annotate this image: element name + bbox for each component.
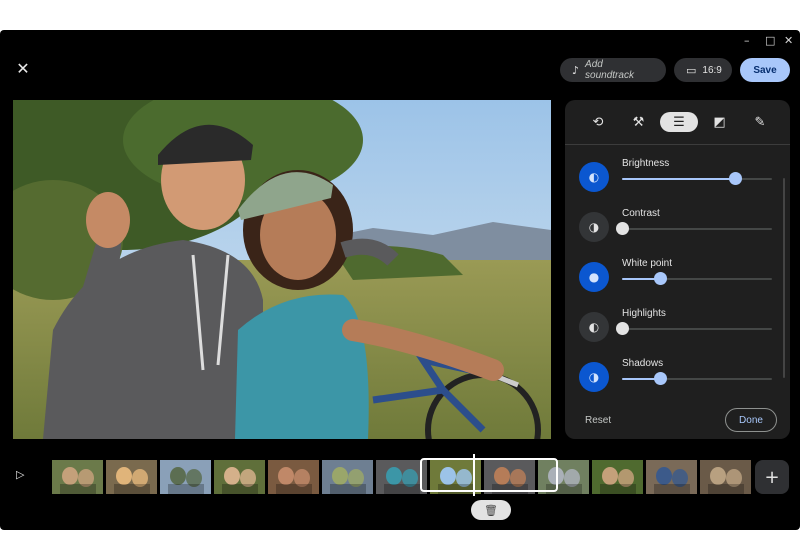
aspect-ratio-icon: ▭	[686, 63, 697, 77]
highlights-slider[interactable]	[616, 322, 772, 335]
photo-preview	[13, 100, 551, 439]
clip-thumbnail[interactable]	[160, 460, 211, 494]
adjustments-panel: ⟲ ⚒ ☰ ◩ ✎ ◐ Brightness ◑ Contrast ● White point ◐ H…	[565, 100, 790, 439]
adjustment-row: ◐ Highlights	[579, 308, 779, 348]
brightness-slider[interactable]	[622, 172, 772, 185]
rotate-icon[interactable]: ⟲	[579, 112, 617, 132]
slider-thumb[interactable]	[653, 372, 667, 385]
selected-clip-frame[interactable]	[420, 458, 558, 492]
clip-thumbnail[interactable]	[700, 460, 751, 494]
clip-strip[interactable]	[52, 460, 752, 494]
close-icon[interactable]: ✕	[14, 60, 32, 78]
shadows-slider[interactable]	[622, 372, 772, 385]
highlights-toggle-icon[interactable]: ◐	[579, 312, 609, 342]
slider-thumb[interactable]	[653, 272, 667, 285]
reset-button[interactable]: Reset	[585, 415, 611, 426]
filter-icon[interactable]: ◩	[701, 112, 739, 132]
clip-thumbnail[interactable]	[592, 460, 643, 494]
contrast-toggle-icon[interactable]: ◑	[579, 212, 609, 242]
playhead[interactable]	[473, 454, 475, 496]
white-point-slider[interactable]	[622, 272, 772, 285]
brightness-toggle-icon[interactable]: ◐	[579, 162, 609, 192]
maximize-button[interactable]: □	[765, 34, 775, 47]
clip-thumbnail[interactable]	[106, 460, 157, 494]
minimize-button[interactable]: –	[744, 34, 750, 47]
slider-thumb[interactable]	[616, 222, 629, 235]
panel-divider	[565, 144, 790, 145]
clip-thumbnail[interactable]	[322, 460, 373, 494]
window-close-button[interactable]: ✕	[784, 34, 793, 47]
contrast-slider[interactable]	[616, 222, 772, 235]
adjust-sliders-icon[interactable]: ☰	[660, 112, 698, 132]
done-button[interactable]: Done	[725, 408, 777, 432]
play-icon[interactable]: ▷	[16, 468, 40, 486]
timeline: ▷ +	[0, 454, 800, 496]
soundtrack-label: Add soundtrack	[585, 59, 634, 81]
adjustment-label: Brightness	[622, 158, 670, 169]
panel-scrollbar[interactable]	[783, 178, 785, 378]
clip-thumbnail[interactable]	[52, 460, 103, 494]
adjustment-label: Contrast	[622, 208, 660, 219]
editor-window: – □ ✕ ✕ ♪ Add soundtrack ▭ 16:9 Save ⟲ ⚒…	[0, 30, 800, 530]
adjustment-label: White point	[622, 258, 673, 269]
adjustment-row: ● White point	[579, 258, 779, 298]
clip-thumbnail[interactable]	[214, 460, 265, 494]
add-soundtrack-button[interactable]: ♪ Add soundtrack	[560, 58, 666, 82]
slider-fill	[622, 178, 735, 180]
aspect-ratio-button[interactable]: ▭ 16:9	[674, 58, 732, 82]
trash-icon[interactable]: 🗑	[471, 500, 511, 520]
music-note-icon: ♪	[572, 63, 580, 77]
photo-image	[13, 100, 551, 439]
adjustment-row: ◑ Contrast	[579, 208, 779, 248]
adjustment-row: ◐ Brightness	[579, 158, 779, 198]
adjustment-row: ◑ Shadows	[579, 358, 779, 398]
adjustment-label: Highlights	[622, 308, 666, 319]
clip-thumbnail[interactable]	[646, 460, 697, 494]
tool-tabs: ⟲ ⚒ ☰ ◩ ✎	[579, 110, 779, 134]
tools-icon[interactable]: ⚒	[620, 112, 658, 132]
markup-icon[interactable]: ✎	[741, 112, 779, 132]
adjustment-label: Shadows	[622, 358, 664, 369]
aspect-ratio-label: 16:9	[702, 64, 722, 76]
slider-thumb[interactable]	[616, 322, 629, 335]
shadows-toggle-icon[interactable]: ◑	[579, 362, 609, 392]
slider-thumb[interactable]	[728, 172, 742, 185]
add-clip-button[interactable]: +	[755, 460, 789, 494]
clip-thumbnail[interactable]	[268, 460, 319, 494]
save-button[interactable]: Save	[740, 58, 790, 82]
white-point-toggle-icon[interactable]: ●	[579, 262, 609, 292]
